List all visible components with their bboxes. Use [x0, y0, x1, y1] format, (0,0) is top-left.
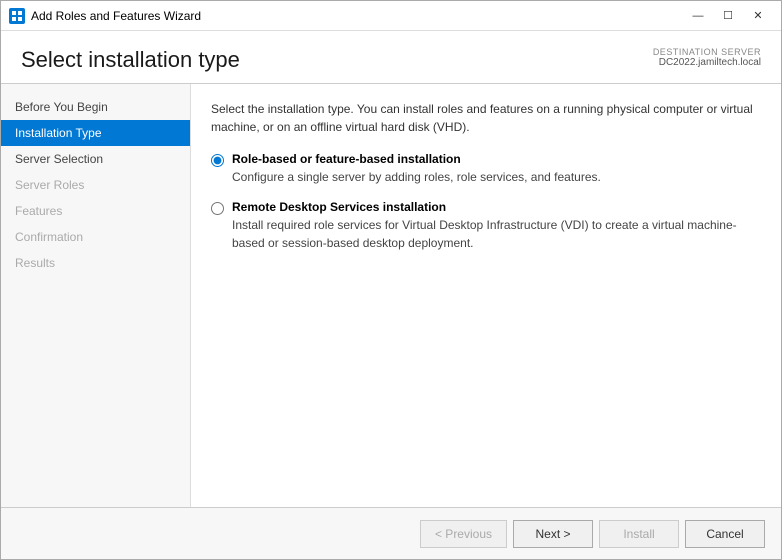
- header: Select installation type DESTINATION SER…: [1, 31, 781, 84]
- sidebar-item-confirmation: Confirmation: [1, 224, 190, 250]
- sidebar: Before You Begin Installation Type Serve…: [1, 84, 191, 507]
- option-rds-label[interactable]: Remote Desktop Services installation Ins…: [232, 200, 761, 252]
- window-controls: — ☐ ✕: [683, 6, 773, 26]
- option-role-based-title: Role-based or feature-based installation: [232, 152, 601, 166]
- destination-server-name: DC2022.jamiltech.local: [653, 57, 761, 68]
- option-role-based-desc: Configure a single server by adding role…: [232, 168, 601, 186]
- app-icon: [9, 8, 25, 24]
- footer: < Previous Next > Install Cancel: [1, 507, 781, 559]
- minimize-button[interactable]: —: [683, 6, 713, 26]
- main-content: Select the installation type. You can in…: [191, 84, 781, 507]
- destination-info: DESTINATION SERVER DC2022.jamiltech.loca…: [653, 47, 761, 68]
- option-rds-title: Remote Desktop Services installation: [232, 200, 761, 214]
- window-title: Add Roles and Features Wizard: [31, 9, 683, 23]
- close-button[interactable]: ✕: [743, 6, 773, 26]
- previous-button[interactable]: < Previous: [420, 520, 507, 548]
- option-role-based-label[interactable]: Role-based or feature-based installation…: [232, 152, 601, 186]
- sidebar-item-features: Features: [1, 198, 190, 224]
- radio-role-based[interactable]: [211, 154, 224, 167]
- maximize-button[interactable]: ☐: [713, 6, 743, 26]
- sidebar-item-results: Results: [1, 250, 190, 276]
- option-role-based: Role-based or feature-based installation…: [211, 152, 761, 186]
- wizard-window: Add Roles and Features Wizard — ☐ ✕ Sele…: [0, 0, 782, 560]
- option-rds-desc: Install required role services for Virtu…: [232, 216, 761, 252]
- cancel-button[interactable]: Cancel: [685, 520, 765, 548]
- content-area: Before You Begin Installation Type Serve…: [1, 84, 781, 507]
- installation-options: Role-based or feature-based installation…: [211, 152, 761, 252]
- install-button: Install: [599, 520, 679, 548]
- sidebar-item-installation-type[interactable]: Installation Type: [1, 120, 190, 146]
- destination-label: DESTINATION SERVER: [653, 47, 761, 57]
- radio-rds[interactable]: [211, 202, 224, 215]
- option-rds: Remote Desktop Services installation Ins…: [211, 200, 761, 252]
- intro-text: Select the installation type. You can in…: [211, 100, 761, 136]
- sidebar-item-server-selection[interactable]: Server Selection: [1, 146, 190, 172]
- sidebar-item-before-you-begin[interactable]: Before You Begin: [1, 94, 190, 120]
- page-title: Select installation type: [21, 47, 240, 73]
- sidebar-item-server-roles: Server Roles: [1, 172, 190, 198]
- title-bar: Add Roles and Features Wizard — ☐ ✕: [1, 1, 781, 31]
- next-button[interactable]: Next >: [513, 520, 593, 548]
